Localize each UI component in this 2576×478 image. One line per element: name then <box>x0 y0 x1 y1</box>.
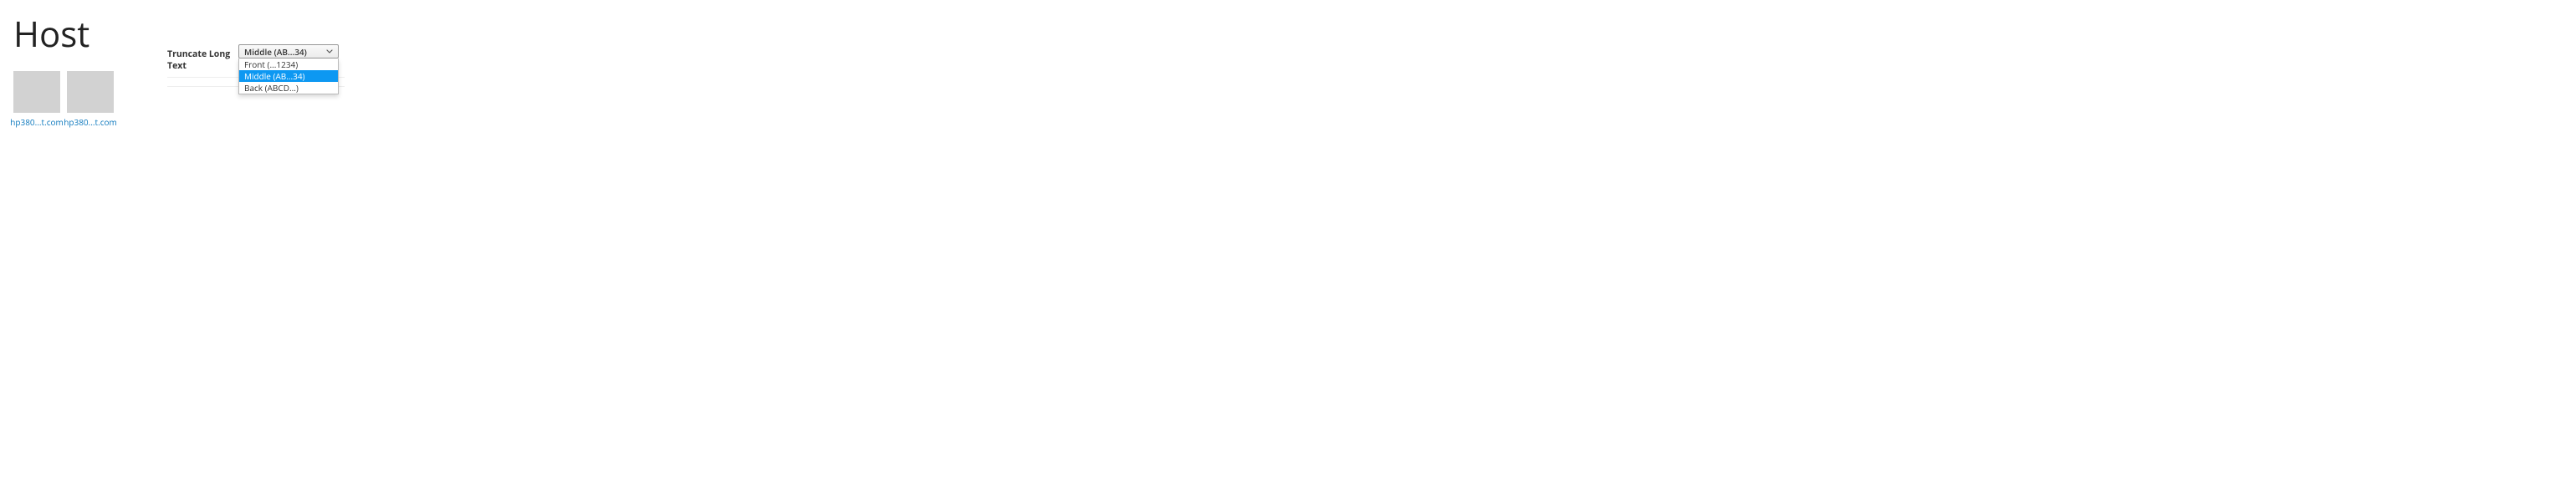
host-link[interactable]: hp380...t.com <box>10 116 64 128</box>
truncate-dropdown: Front (...1234) Middle (AB...34) Back (A… <box>238 58 339 94</box>
host-tile[interactable]: hp380...t.com <box>67 71 114 128</box>
truncate-select: Middle (AB...34) Front (...1234) Middle … <box>238 44 339 58</box>
truncate-option-back[interactable]: Back (ABCD...) <box>239 82 338 94</box>
chevron-down-icon <box>326 48 333 55</box>
truncate-select-button[interactable]: Middle (AB...34) <box>238 44 339 58</box>
truncate-select-value: Middle (AB...34) <box>244 46 307 58</box>
host-thumbnail <box>13 71 60 113</box>
host-link[interactable]: hp380...t.com <box>64 116 117 128</box>
setting-label: Truncate Long Text <box>167 47 238 72</box>
truncate-option-middle[interactable]: Middle (AB...34) <box>239 70 338 82</box>
truncate-option-front[interactable]: Front (...1234) <box>239 58 338 70</box>
host-tile[interactable]: hp380...t.com <box>13 71 60 128</box>
host-thumbnail <box>67 71 114 113</box>
